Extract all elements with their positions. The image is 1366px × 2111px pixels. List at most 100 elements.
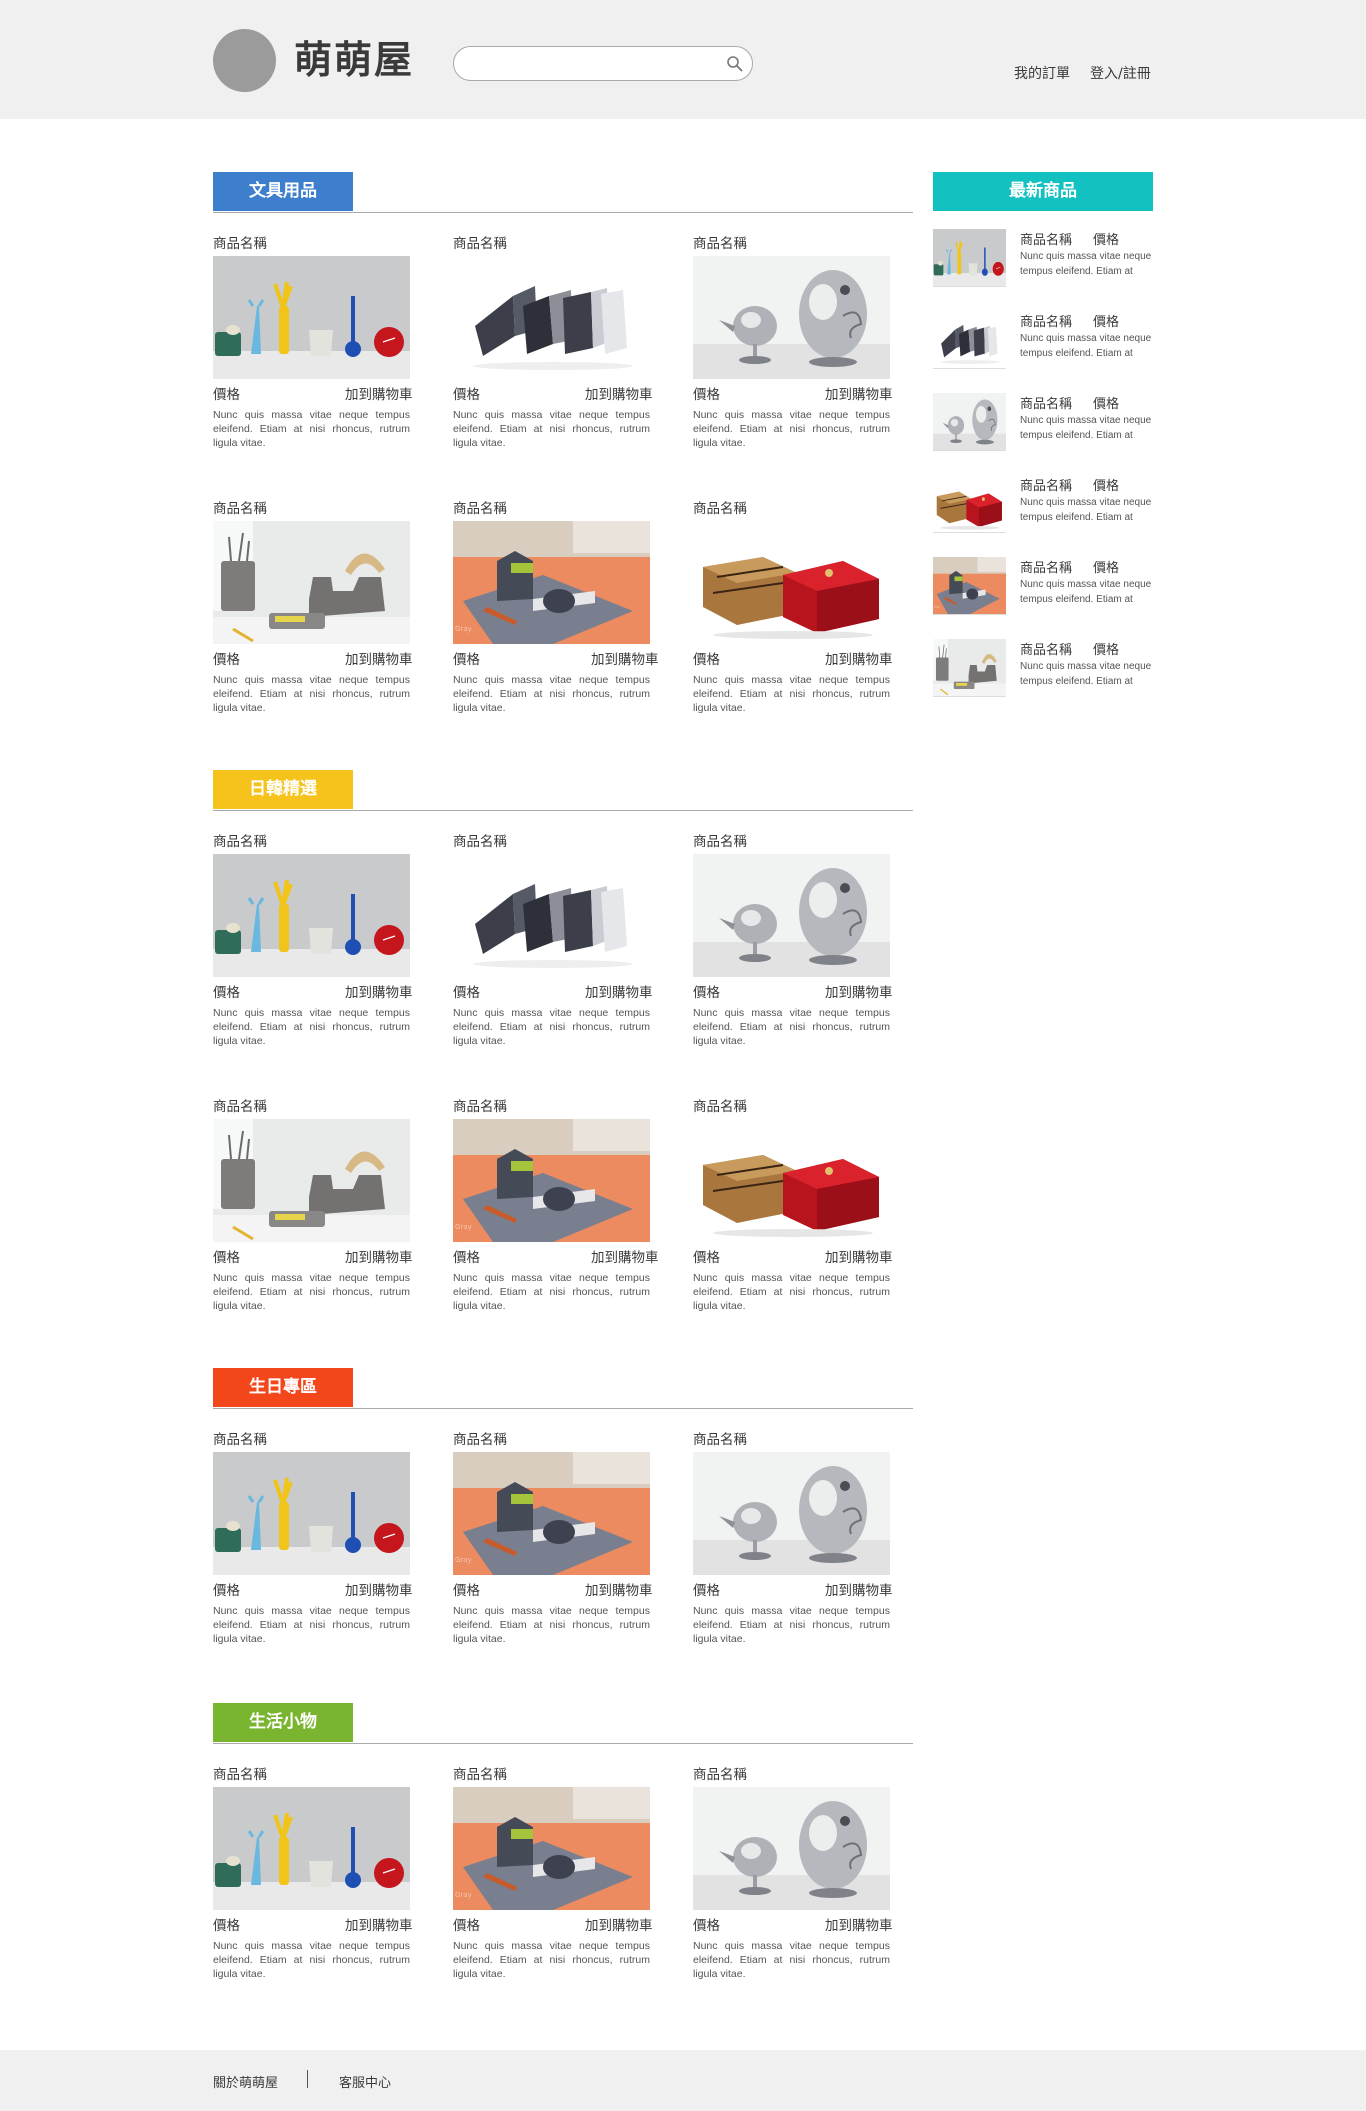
newest-product-thumbnail[interactable] — [933, 475, 1006, 533]
product-image[interactable] — [693, 854, 890, 977]
product-name[interactable]: 商品名稱 — [693, 497, 747, 517]
product-image[interactable] — [453, 854, 650, 977]
newest-product-name[interactable]: 商品名稱 — [1020, 475, 1072, 494]
newest-product-item[interactable]: 商品名稱 價格 Nunc quis massa vitae neque tempus… — [933, 639, 1173, 709]
product-image[interactable] — [213, 854, 410, 977]
newest-product-item[interactable]: 商品名稱 價格 Nunc quis massa vitae neque tempus… — [933, 393, 1173, 463]
product-card[interactable]: 商品名稱 Gray 價格 加到購物車 Nunc quis massa vitae n… — [453, 1763, 653, 1993]
about-link[interactable]: 關於萌萌屋 — [213, 2072, 278, 2091]
product-card[interactable]: 商品名稱 價格 加到購物車 Nunc quis massa vitae neque … — [213, 1095, 413, 1325]
add-to-cart-button[interactable]: 加到購物車 — [345, 1914, 413, 1934]
login-register-link[interactable]: 登入/註冊 — [1090, 63, 1151, 83]
add-to-cart-button[interactable]: 加到購物車 — [345, 981, 413, 1001]
product-image[interactable] — [213, 256, 410, 379]
product-image[interactable]: Gray — [453, 1787, 650, 1910]
newest-product-thumbnail[interactable] — [933, 639, 1006, 697]
product-card[interactable]: 商品名稱 Gray 價格 加到購物車 Nunc quis massa vitae n… — [453, 497, 659, 727]
add-to-cart-button[interactable]: 加到購物車 — [345, 1579, 413, 1599]
product-image[interactable] — [213, 1119, 410, 1242]
newest-product-item[interactable]: 商品名稱 價格 Nunc quis massa vitae neque tempus… — [933, 229, 1173, 299]
product-name[interactable]: 商品名稱 — [213, 1428, 267, 1448]
newest-product-item[interactable]: 商品名稱 價格 Nunc quis massa vitae neque tempus… — [933, 475, 1173, 545]
newest-product-thumbnail[interactable]: Gray — [933, 557, 1006, 615]
product-name[interactable]: 商品名稱 — [453, 1763, 507, 1783]
newest-product-name[interactable]: 商品名稱 — [1020, 557, 1072, 576]
add-to-cart-button[interactable]: 加到購物車 — [585, 1914, 653, 1934]
product-image[interactable] — [213, 521, 410, 644]
product-name[interactable]: 商品名稱 — [693, 1095, 747, 1115]
product-image[interactable] — [453, 256, 650, 379]
site-name[interactable]: 萌萌屋 — [294, 36, 414, 84]
product-card[interactable]: 商品名稱 價格 加到購物車 Nunc quis massa vitae neque … — [693, 1095, 893, 1325]
product-image[interactable] — [213, 1787, 410, 1910]
product-image[interactable]: Gray — [453, 521, 650, 644]
product-image[interactable] — [693, 1787, 890, 1910]
search-box[interactable] — [453, 46, 753, 81]
section-tab[interactable]: 生活小物 — [213, 1703, 353, 1742]
search-input[interactable] — [468, 53, 718, 75]
product-name[interactable]: 商品名稱 — [213, 497, 267, 517]
my-orders-link[interactable]: 我的訂單 — [1014, 63, 1070, 83]
product-name[interactable]: 商品名稱 — [213, 830, 267, 850]
add-to-cart-button[interactable]: 加到購物車 — [825, 1579, 893, 1599]
product-image[interactable] — [693, 521, 890, 644]
logo-icon[interactable] — [213, 29, 276, 92]
product-card[interactable]: 商品名稱 價格 加到購物車 Nunc quis massa vitae neque … — [213, 497, 413, 727]
product-name[interactable]: 商品名稱 — [693, 1763, 747, 1783]
product-card[interactable]: 商品名稱 價格 加到購物車 Nunc quis massa vitae neque … — [693, 830, 893, 1060]
product-name[interactable]: 商品名稱 — [213, 1095, 267, 1115]
product-name[interactable]: 商品名稱 — [453, 830, 507, 850]
product-card[interactable]: 商品名稱 價格 加到購物車 Nunc quis massa vitae neque … — [693, 1763, 893, 1993]
add-to-cart-button[interactable]: 加到購物車 — [345, 648, 413, 668]
product-name[interactable]: 商品名稱 — [693, 232, 747, 252]
add-to-cart-button[interactable]: 加到購物車 — [345, 383, 413, 403]
add-to-cart-button[interactable]: 加到購物車 — [825, 981, 893, 1001]
add-to-cart-button[interactable]: 加到購物車 — [585, 383, 653, 403]
add-to-cart-button[interactable]: 加到購物車 — [825, 648, 893, 668]
newest-product-item[interactable]: Gray 商品名稱 價格 Nunc quis massa vitae neque t… — [933, 557, 1173, 627]
product-card[interactable]: 商品名稱 價格 加到購物車 Nunc quis massa vitae neque … — [213, 1428, 413, 1658]
add-to-cart-button[interactable]: 加到購物車 — [345, 1246, 413, 1266]
add-to-cart-button[interactable]: 加到購物車 — [585, 1579, 653, 1599]
product-card[interactable]: 商品名稱 Gray 價格 加到購物車 Nunc quis massa vitae n… — [453, 1095, 659, 1325]
add-to-cart-button[interactable]: 加到購物車 — [825, 1246, 893, 1266]
product-name[interactable]: 商品名稱 — [453, 232, 507, 252]
product-image[interactable]: Gray — [453, 1452, 650, 1575]
newest-product-item[interactable]: 商品名稱 價格 Nunc quis massa vitae neque tempus… — [933, 311, 1173, 381]
product-card[interactable]: 商品名稱 價格 加到購物車 Nunc quis massa vitae neque … — [213, 1763, 413, 1993]
product-card[interactable]: 商品名稱 價格 加到購物車 Nunc quis massa vitae neque … — [453, 232, 653, 462]
customer-service-link[interactable]: 客服中心 — [339, 2072, 391, 2091]
product-name[interactable]: 商品名稱 — [453, 1428, 507, 1448]
product-card[interactable]: 商品名稱 價格 加到購物車 Nunc quis massa vitae neque … — [453, 830, 653, 1060]
product-card[interactable]: 商品名稱 價格 加到購物車 Nunc quis massa vitae neque … — [693, 232, 893, 462]
newest-product-name[interactable]: 商品名稱 — [1020, 311, 1072, 330]
product-image[interactable] — [693, 256, 890, 379]
add-to-cart-button[interactable]: 加到購物車 — [591, 648, 659, 668]
add-to-cart-button[interactable]: 加到購物車 — [591, 1246, 659, 1266]
newest-product-thumbnail[interactable] — [933, 393, 1006, 451]
product-image[interactable] — [213, 1452, 410, 1575]
product-card[interactable]: 商品名稱 價格 加到購物車 Nunc quis massa vitae neque … — [693, 497, 893, 727]
product-name[interactable]: 商品名稱 — [453, 497, 507, 517]
newest-product-thumbnail[interactable] — [933, 229, 1006, 287]
search-icon[interactable] — [726, 55, 744, 73]
add-to-cart-button[interactable]: 加到購物車 — [585, 981, 653, 1001]
add-to-cart-button[interactable]: 加到購物車 — [825, 383, 893, 403]
newest-product-name[interactable]: 商品名稱 — [1020, 393, 1072, 412]
section-tab[interactable]: 文具用品 — [213, 172, 353, 211]
product-card[interactable]: 商品名稱 Gray 價格 加到購物車 Nunc quis massa vitae n… — [453, 1428, 653, 1658]
section-tab[interactable]: 日韓精選 — [213, 770, 353, 809]
add-to-cart-button[interactable]: 加到購物車 — [825, 1914, 893, 1934]
product-image[interactable] — [693, 1452, 890, 1575]
product-name[interactable]: 商品名稱 — [453, 1095, 507, 1115]
product-name[interactable]: 商品名稱 — [213, 232, 267, 252]
product-image[interactable]: Gray — [453, 1119, 650, 1242]
product-card[interactable]: 商品名稱 價格 加到購物車 Nunc quis massa vitae neque … — [213, 830, 413, 1060]
newest-product-name[interactable]: 商品名稱 — [1020, 639, 1072, 658]
product-card[interactable]: 商品名稱 價格 加到購物車 Nunc quis massa vitae neque … — [693, 1428, 893, 1658]
product-name[interactable]: 商品名稱 — [693, 1428, 747, 1448]
product-image[interactable] — [693, 1119, 890, 1242]
newest-product-name[interactable]: 商品名稱 — [1020, 229, 1072, 248]
product-name[interactable]: 商品名稱 — [693, 830, 747, 850]
section-tab[interactable]: 生日專區 — [213, 1368, 353, 1407]
